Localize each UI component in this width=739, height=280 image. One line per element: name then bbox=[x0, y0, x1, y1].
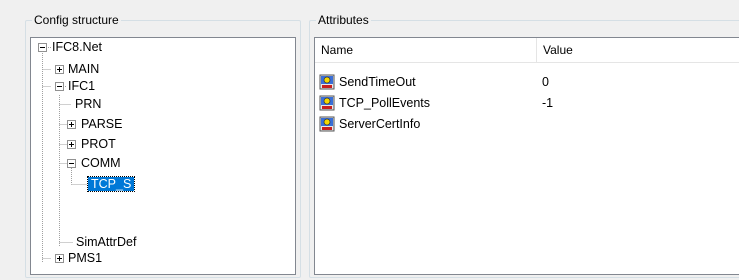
attribute-icon bbox=[319, 74, 335, 90]
list-header: Name Value bbox=[315, 38, 739, 63]
collapse-icon[interactable] bbox=[67, 159, 76, 168]
attribute-icon bbox=[319, 116, 335, 132]
column-header-value[interactable]: Value bbox=[537, 38, 739, 62]
collapse-icon[interactable] bbox=[38, 43, 47, 52]
attribute-name: ServerCertInfo bbox=[339, 117, 421, 131]
list-item[interactable]: SendTimeOut 0 bbox=[315, 72, 739, 92]
tree-node-comm[interactable]: COMM bbox=[81, 155, 121, 172]
config-structure-title: Config structure bbox=[32, 13, 121, 27]
tree-node-ifc1[interactable]: IFC1 bbox=[68, 78, 95, 95]
tree-node-ifc8-net[interactable]: IFC8.Net bbox=[52, 39, 102, 56]
expand-icon[interactable] bbox=[55, 65, 64, 74]
expand-icon[interactable] bbox=[55, 254, 64, 263]
expand-icon[interactable] bbox=[67, 120, 76, 129]
list-item[interactable]: ServerCertInfo bbox=[315, 114, 739, 134]
column-header-name[interactable]: Name bbox=[315, 38, 537, 62]
collapse-icon[interactable] bbox=[55, 82, 64, 91]
tree-node-tcp-s[interactable]: TCP_S bbox=[86, 176, 136, 193]
tree-node-main[interactable]: MAIN bbox=[68, 61, 99, 78]
tree-node-simattrdef[interactable]: SimAttrDef bbox=[76, 234, 136, 251]
tree-node-parse[interactable]: PARSE bbox=[81, 116, 122, 133]
config-structure-group: Config structure IFC8.Net MAIN IFC1 PRN … bbox=[25, 13, 301, 278]
expand-icon[interactable] bbox=[67, 140, 76, 149]
attribute-value: 0 bbox=[542, 75, 549, 89]
attribute-name: SendTimeOut bbox=[339, 75, 416, 89]
tree-node-prn[interactable]: PRN bbox=[75, 96, 101, 113]
tree-node-pms1[interactable]: PMS1 bbox=[68, 250, 102, 267]
attributes-group: Attributes Name Value SendTimeOut 0 TCP_ bbox=[309, 13, 739, 278]
list-item[interactable]: TCP_PollEvents -1 bbox=[315, 93, 739, 113]
attribute-value: -1 bbox=[542, 96, 554, 110]
attribute-name: TCP_PollEvents bbox=[339, 96, 431, 110]
attribute-icon bbox=[319, 95, 335, 111]
config-tree[interactable]: IFC8.Net MAIN IFC1 PRN PARSE PROT COMM T… bbox=[30, 37, 296, 275]
attributes-title: Attributes bbox=[316, 13, 371, 27]
attributes-list[interactable]: Name Value SendTimeOut 0 TCP_PollEvents … bbox=[314, 37, 739, 275]
tree-node-prot[interactable]: PROT bbox=[81, 136, 116, 153]
